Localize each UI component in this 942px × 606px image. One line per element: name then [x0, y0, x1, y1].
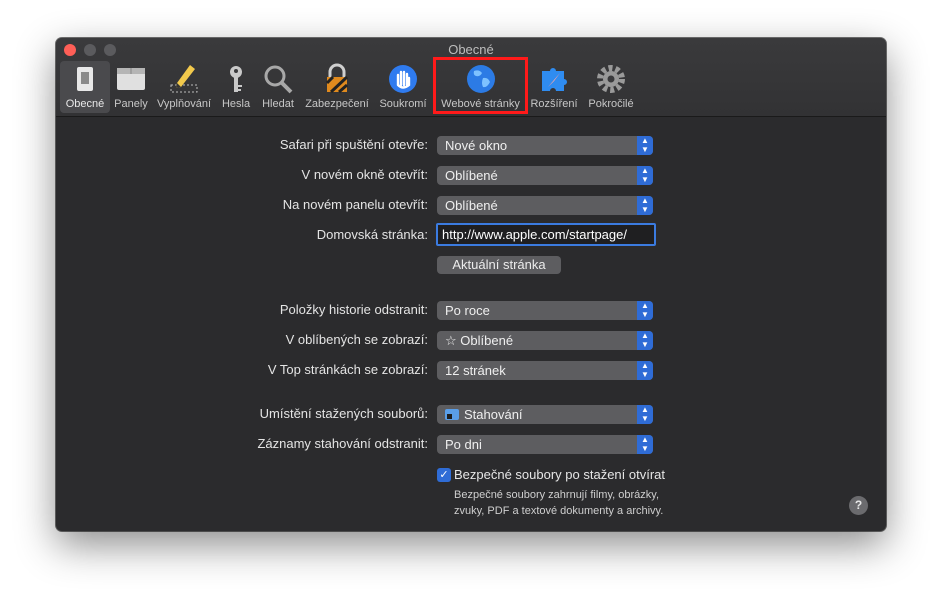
hand-icon — [389, 65, 417, 93]
favorites-label: V oblíbených se zobrazí: — [285, 332, 428, 347]
favorites-select[interactable]: ☆ Oblíbené ▲ ▼ — [437, 331, 653, 350]
history-label: Položky historie odstranit: — [279, 302, 428, 317]
safe-files-checkbox[interactable]: ✓ — [437, 468, 451, 482]
chevron-updown-icon: ▲ ▼ — [637, 301, 653, 320]
tab-extensions[interactable]: Rozšíření — [529, 61, 579, 113]
select-value: Po dni — [445, 437, 482, 452]
top-sites-select[interactable]: 12 stránek ▲ ▼ — [437, 361, 653, 380]
chevron-updown-icon: ▲ ▼ — [637, 196, 653, 215]
homepage-input[interactable]: http://www.apple.com/startpage/ — [436, 223, 656, 246]
switch-icon — [77, 67, 93, 91]
checkmark-icon: ✓ — [439, 469, 449, 481]
help-button[interactable]: ? — [849, 496, 868, 515]
tab-search[interactable]: Hledat — [256, 61, 300, 113]
tab-label: Obecné — [65, 98, 105, 110]
description-line: Bezpečné soubory zahrnují filmy, obrázky… — [454, 489, 660, 501]
new-window-label: V novém okně otevřít: — [301, 167, 428, 182]
tabs-icon — [117, 68, 145, 90]
key-icon — [230, 66, 242, 92]
chevron-updown-icon: ▲ ▼ — [637, 136, 653, 155]
download-remove-select[interactable]: Po dni ▲ ▼ — [437, 435, 653, 454]
tab-label: Hesla — [221, 98, 251, 110]
toolbar: Obecné Obecné Panely Vyplňování Hesla Hl… — [56, 38, 886, 117]
tab-privacy[interactable]: Soukromí — [374, 61, 432, 113]
safe-files-label[interactable]: Bezpečné soubory po stažení otvírat — [454, 467, 665, 482]
chevron-updown-icon: ▲ ▼ — [637, 435, 653, 454]
folder-icon — [445, 409, 459, 420]
tab-general[interactable]: Obecné — [60, 61, 110, 113]
tab-label: Rozšíření — [530, 98, 578, 110]
window-title: Obecné — [448, 42, 494, 57]
select-value: Po roce — [445, 303, 490, 318]
select-value: 12 stránek — [445, 363, 506, 378]
star-icon: ☆ — [445, 333, 461, 348]
settings-panel: Safari při spuštění otevře: Nové okno ▲ ▼… — [56, 117, 886, 531]
chevron-updown-icon: ▲ ▼ — [637, 405, 653, 424]
puzzle-icon — [542, 68, 567, 91]
preferences-window: Obecné Obecné Panely Vyplňování Hesla Hl… — [56, 38, 886, 531]
tab-label: Panely — [114, 98, 148, 110]
safari-open-label: Safari při spuštění otevře: — [279, 137, 428, 152]
tab-label: Soukromí — [379, 98, 427, 110]
history-select[interactable]: Po roce ▲ ▼ — [437, 301, 653, 320]
description-line: zvuky, PDF a textové dokumenty a archivy… — [454, 505, 664, 517]
tab-autofill[interactable]: Vyplňování — [152, 61, 216, 113]
tab-advanced[interactable]: Pokročilé — [583, 61, 639, 113]
safe-files-description: Bezpečné soubory zahrnují filmy, obrázky… — [454, 487, 663, 519]
download-location-select[interactable]: Stahování ▲ ▼ — [437, 405, 653, 424]
select-value: Oblíbené — [445, 198, 498, 213]
current-page-button[interactable]: Aktuální stránka — [437, 256, 561, 274]
chevron-updown-icon: ▲ ▼ — [637, 166, 653, 185]
select-value: Oblíbené — [460, 333, 514, 348]
new-tab-select[interactable]: Oblíbené ▲ ▼ — [437, 196, 653, 215]
tab-label: Hledat — [262, 98, 294, 110]
tab-label: Vyplňování — [156, 98, 212, 110]
lock-icon — [325, 63, 349, 94]
homepage-label: Domovská stránka: — [316, 227, 428, 242]
download-location-label: Umístění stažených souborů: — [259, 406, 428, 421]
select-value: Stahování — [464, 407, 523, 422]
top-sites-label: V Top stránkách se zobrazí: — [267, 362, 428, 377]
tab-passwords[interactable]: Hesla — [216, 61, 256, 113]
new-tab-label: Na novém panelu otevřít: — [282, 197, 428, 212]
select-value: Nové okno — [445, 138, 508, 153]
tab-label: Zabezpečení — [305, 98, 369, 110]
download-remove-label: Záznamy stahování odstranit: — [257, 436, 428, 451]
new-window-select[interactable]: Oblíbené ▲ ▼ — [437, 166, 653, 185]
chevron-updown-icon: ▲ ▼ — [637, 361, 653, 380]
chevron-updown-icon: ▲ ▼ — [637, 331, 653, 350]
tab-tabs[interactable]: Panely — [110, 61, 152, 113]
tab-label: Pokročilé — [588, 98, 634, 110]
magnifier-icon — [264, 65, 293, 94]
highlight-box — [433, 57, 528, 114]
pencil-icon — [170, 65, 198, 93]
select-value: Oblíbené — [445, 168, 498, 183]
tab-security[interactable]: Zabezpečení — [300, 61, 374, 113]
gear-icon — [597, 65, 625, 93]
safari-open-select[interactable]: Nové okno ▲ ▼ — [437, 136, 653, 155]
